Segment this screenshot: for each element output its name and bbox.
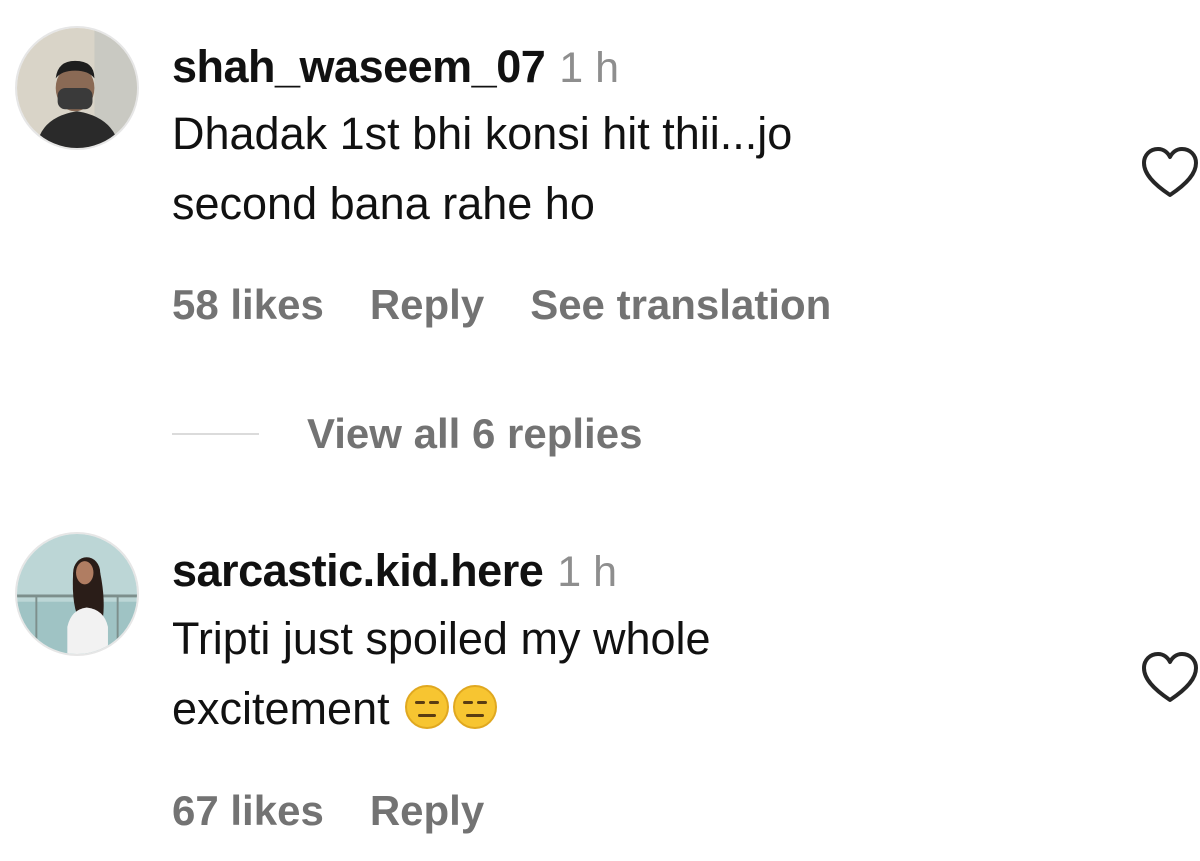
likes-count[interactable]: 67 likes	[172, 787, 324, 834]
comment-2: sarcastic.kid.here 1 h Tripti just spoile…	[0, 0, 1200, 861]
expressionless-face-emoji	[453, 685, 498, 729]
comment-text-line-2: excitement	[172, 674, 1072, 759]
reply-button[interactable]: Reply	[370, 787, 484, 834]
avatar[interactable]	[15, 532, 139, 656]
comment-text: Tripti just spoiled my whole excitement	[172, 604, 1072, 759]
avatar-photo-woman	[17, 534, 137, 654]
comment-text-line-1: Tripti just spoiled my whole	[172, 613, 711, 664]
comment-actions: 67 likes Reply	[172, 790, 530, 832]
timestamp: 1 h	[557, 548, 618, 596]
heart-outline-icon	[1142, 652, 1198, 702]
username[interactable]: sarcastic.kid.here	[172, 545, 544, 596]
comment-text-line-2-text: excitement	[172, 683, 390, 734]
expressionless-face-emoji	[405, 685, 450, 729]
like-button[interactable]	[1140, 650, 1200, 706]
username-line: sarcastic.kid.here 1 h	[172, 548, 617, 594]
